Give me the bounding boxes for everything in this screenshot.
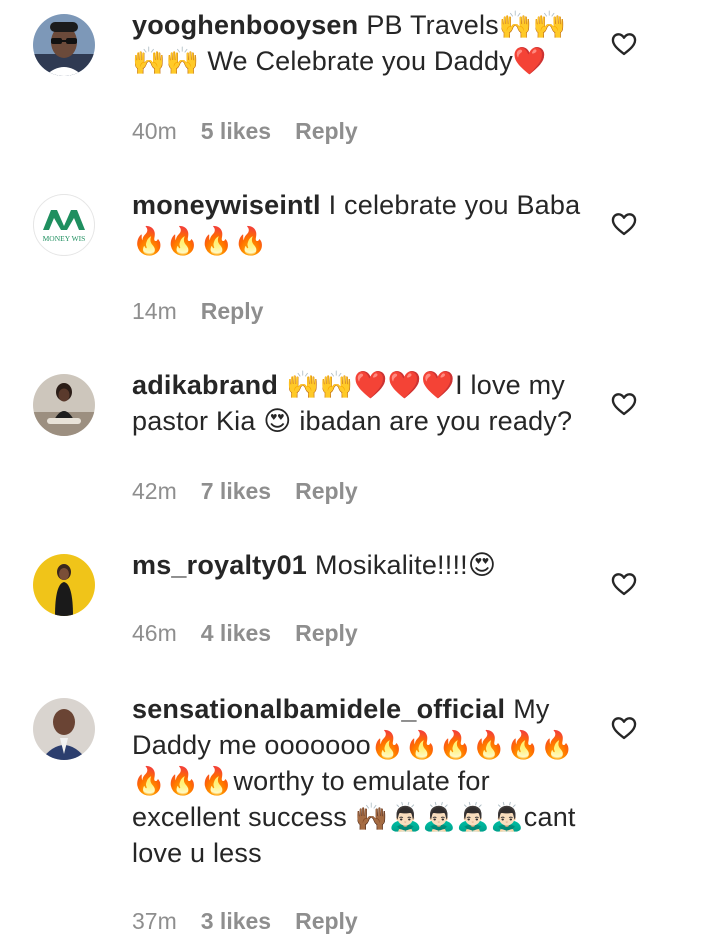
like-button[interactable] [610, 714, 638, 742]
avatar[interactable] [33, 374, 95, 436]
comment-text: Mosikalite!!!!😍 [315, 550, 497, 580]
reply-button[interactable]: Reply [295, 618, 358, 648]
avatar[interactable]: MONEY WIS [33, 194, 95, 256]
comment-body: ms_royalty01 Mosikalite!!!!😍 [132, 547, 594, 583]
avatar-photo-man-sunglasses [33, 14, 95, 76]
comment-time: 40m [132, 118, 177, 144]
reply-button[interactable]: Reply [295, 116, 358, 146]
heart-outline-icon [611, 393, 637, 416]
comments-list: yooghenbooysen PB Travels🙌🙌🙌🙌 We Celebrat… [0, 0, 720, 951]
avatar-logo-text: MONEY WIS [43, 234, 86, 243]
comment-time: 14m [132, 298, 177, 324]
like-button[interactable] [610, 30, 638, 58]
heart-outline-icon [611, 717, 637, 740]
comment-body: moneywiseintl I celebrate you Baba 🔥🔥🔥🔥 [132, 187, 594, 259]
comment-meta: 14m Reply [132, 296, 263, 326]
comment-username[interactable]: yooghenbooysen [132, 10, 358, 40]
comment-username[interactable]: adikabrand [132, 370, 278, 400]
comment-username[interactable]: sensationalbamidele_official [132, 694, 505, 724]
comment-likes[interactable]: 3 likes [201, 906, 271, 936]
reply-button[interactable]: Reply [295, 476, 358, 506]
avatar[interactable] [33, 698, 95, 760]
comment-meta: 40m 5 likes Reply [132, 116, 358, 146]
comment-time: 46m [132, 620, 177, 646]
like-button[interactable] [610, 390, 638, 418]
comment-likes[interactable]: 4 likes [201, 618, 271, 648]
avatar[interactable] [33, 14, 95, 76]
heart-outline-icon [611, 573, 637, 596]
comment-time: 37m [132, 908, 177, 934]
comment-meta: 46m 4 likes Reply [132, 618, 358, 648]
reply-button[interactable]: Reply [295, 906, 358, 936]
comment-body: sensationalbamidele_official My Daddy me … [132, 691, 594, 871]
comment-likes[interactable]: 7 likes [201, 476, 271, 506]
like-button[interactable] [610, 210, 638, 238]
comment-body: yooghenbooysen PB Travels🙌🙌🙌🙌 We Celebrat… [132, 7, 594, 79]
heart-outline-icon [611, 213, 637, 236]
comment-body: adikabrand 🙌🙌❤️❤️❤️I love my pastor Kia 😍… [132, 367, 594, 439]
like-button[interactable] [610, 570, 638, 598]
reply-button[interactable]: Reply [201, 296, 264, 326]
comment-likes[interactable]: 5 likes [201, 116, 271, 146]
avatar[interactable] [33, 554, 95, 616]
avatar-logo-moneywise: MONEY WIS [33, 194, 95, 256]
comment-meta: 42m 7 likes Reply [132, 476, 358, 506]
comment-meta: 37m 3 likes Reply [132, 906, 358, 936]
avatar-photo-woman-yellow-bg [33, 554, 95, 616]
comment-username[interactable]: moneywiseintl [132, 190, 321, 220]
comment-time: 42m [132, 478, 177, 504]
avatar-photo-man-suit [33, 698, 95, 760]
heart-outline-icon [611, 33, 637, 56]
comment-username[interactable]: ms_royalty01 [132, 550, 307, 580]
avatar-photo-woman-sitting [33, 374, 95, 436]
